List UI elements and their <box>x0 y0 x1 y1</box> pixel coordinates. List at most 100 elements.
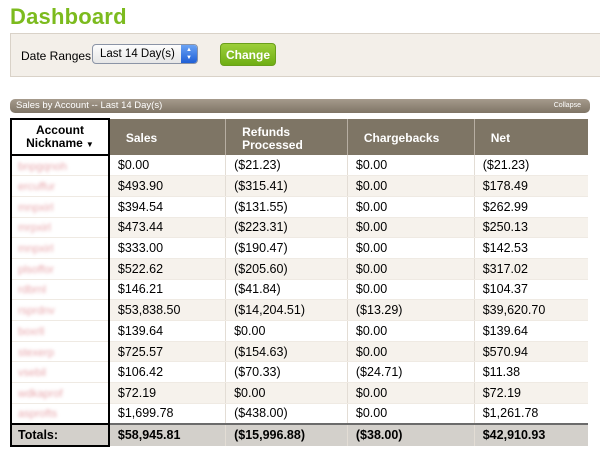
date-range-filter-bar: Date Ranges: Last 14 Day(s) ▲ ▼ Change <box>10 33 600 77</box>
page-title: Dashboard <box>10 4 127 29</box>
refunds-cell: ($70.33) <box>225 361 348 384</box>
collapse-link[interactable]: Collapse <box>554 99 581 113</box>
table-row: mrpxirl $473.44 ($223.31) $0.00 $250.13 <box>10 217 588 239</box>
totals-row: Totals: $58,945.81 ($15,996.88) ($38.00)… <box>10 422 588 447</box>
date-ranges-label: Date Ranges: <box>21 49 95 63</box>
sales-cell: $106.42 <box>108 361 227 384</box>
chargebacks-cell: $0.00 <box>347 196 475 218</box>
refunds-cell: $0.00 <box>225 382 348 404</box>
table-row: rdbrnl $146.21 ($41.84) $0.00 $104.37 <box>10 279 588 301</box>
account-nickname: mnpxirl <box>18 201 54 214</box>
sales-cell: $139.64 <box>108 320 227 342</box>
sales-cell: $522.62 <box>108 258 227 280</box>
refunds-cell: ($131.55) <box>225 196 348 218</box>
account-nickname-cell[interactable]: rsprdnv <box>10 299 110 321</box>
table-row: ercuffur $493.90 ($315.41) $0.00 $178.49 <box>10 175 588 197</box>
totals-net: $42,910.93 <box>474 422 588 446</box>
totals-label: Totals: <box>10 422 110 447</box>
account-nickname-cell[interactable]: asprofts <box>10 403 110 425</box>
header-refunds-line1: Refunds <box>242 124 291 139</box>
account-nickname-cell[interactable]: bnpgqnoh <box>10 155 110 177</box>
header-chargebacks-label: Chargebacks <box>363 131 440 145</box>
chargebacks-cell: $0.00 <box>347 382 475 404</box>
chargebacks-cell: $0.00 <box>347 341 475 363</box>
chargebacks-cell: $0.00 <box>347 237 475 259</box>
net-cell: $250.13 <box>474 217 588 239</box>
net-cell: $1,261.78 <box>474 403 588 425</box>
column-header-account-nickname[interactable]: Account Nickname ▼ <box>10 118 110 156</box>
account-nickname: bnpgqnoh <box>18 160 67 173</box>
table-row: boxrll $139.64 $0.00 $0.00 $139.64 <box>10 320 588 342</box>
account-nickname-cell[interactable]: boxrll <box>10 320 110 342</box>
date-range-select[interactable]: Last 14 Day(s) ▲ ▼ <box>92 44 198 64</box>
account-nickname: boxrll <box>18 325 45 338</box>
sales-cell: $1,699.78 <box>108 403 227 425</box>
header-net-label: Net <box>490 131 511 145</box>
select-arrows-icon: ▲ ▼ <box>181 45 197 63</box>
table-row: bnpgqnoh $0.00 ($21.23) $0.00 ($21.23) <box>10 155 588 177</box>
account-nickname: mnpxirl <box>18 243 54 256</box>
refunds-cell: ($41.84) <box>225 279 348 301</box>
account-nickname: mrpxirl <box>18 222 51 235</box>
account-nickname: vsebil <box>18 367 47 380</box>
refunds-cell: ($205.60) <box>225 258 348 280</box>
totals-chargebacks: ($38.00) <box>347 422 475 446</box>
account-nickname-cell[interactable]: rdbrnl <box>10 279 110 301</box>
sales-cell: $146.21 <box>108 279 227 301</box>
account-nickname-cell[interactable]: mnpxirl <box>10 237 110 259</box>
account-nickname: rdbrnl <box>18 284 47 297</box>
column-header-sales[interactable]: Sales <box>108 119 227 155</box>
refunds-cell: ($315.41) <box>225 175 348 197</box>
net-cell: $104.37 <box>474 279 588 301</box>
column-header-chargebacks[interactable]: Chargebacks <box>347 119 475 155</box>
account-nickname-cell[interactable]: wdkaprof <box>10 382 110 404</box>
refunds-cell: ($223.31) <box>225 217 348 239</box>
refunds-cell: $0.00 <box>225 320 348 342</box>
sales-cell: $72.19 <box>108 382 227 404</box>
column-header-net[interactable]: Net <box>474 119 588 155</box>
table-header-row: Account Nickname ▼ Sales Refunds Processe… <box>10 118 588 156</box>
refunds-cell: ($154.63) <box>225 341 348 363</box>
account-nickname-cell[interactable]: stexerp <box>10 341 110 363</box>
net-cell: $570.94 <box>474 341 588 363</box>
account-nickname: wdkaprof <box>18 387 63 400</box>
table-row: stexerp $725.57 ($154.63) $0.00 $570.94 <box>10 341 588 363</box>
chargebacks-cell: $0.00 <box>347 279 475 301</box>
net-cell: $142.53 <box>474 237 588 259</box>
account-nickname-cell[interactable]: plsoffor <box>10 258 110 280</box>
net-cell: $317.02 <box>474 258 588 280</box>
table-row: asprofts $1,699.78 ($438.00) $0.00 $1,26… <box>10 403 588 425</box>
totals-sales: $58,945.81 <box>108 422 227 446</box>
refunds-cell: ($190.47) <box>225 237 348 259</box>
account-nickname-cell[interactable]: mnpxirl <box>10 196 110 218</box>
account-nickname-cell[interactable]: vsebil <box>10 361 110 384</box>
table-row: wdkaprof $72.19 $0.00 $0.00 $72.19 <box>10 382 588 404</box>
chargebacks-cell: $0.00 <box>347 217 475 239</box>
sales-panel-title: Sales by Account -- Last 14 Day(s) <box>16 100 163 111</box>
net-cell: ($21.23) <box>474 155 588 177</box>
sales-cell: $725.57 <box>108 341 227 363</box>
change-button[interactable]: Change <box>220 43 276 66</box>
account-nickname: rsprdnv <box>18 305 55 318</box>
sales-cell: $493.90 <box>108 175 227 197</box>
date-range-selected-value: Last 14 Day(s) <box>100 48 175 60</box>
account-nickname-cell[interactable]: ercuffur <box>10 175 110 197</box>
refunds-cell: ($21.23) <box>225 155 348 177</box>
net-cell: $72.19 <box>474 382 588 404</box>
chargebacks-cell: ($24.71) <box>347 361 475 384</box>
table-row: mnpxirl $333.00 ($190.47) $0.00 $142.53 <box>10 237 588 259</box>
chargebacks-cell: $0.00 <box>347 155 475 177</box>
account-nickname: plsoffor <box>18 263 54 276</box>
account-nickname-cell[interactable]: mrpxirl <box>10 217 110 239</box>
sales-cell: $394.54 <box>108 196 227 218</box>
totals-refunds: ($15,996.88) <box>225 422 348 446</box>
sales-cell: $473.44 <box>108 217 227 239</box>
table-row: vsebil $106.42 ($70.33) ($24.71) $11.38 <box>10 361 588 384</box>
refunds-cell: ($438.00) <box>225 403 348 425</box>
header-nickname-line2: Nickname <box>26 135 83 150</box>
chargebacks-cell: $0.00 <box>347 175 475 197</box>
table-row: mnpxirl $394.54 ($131.55) $0.00 $262.99 <box>10 196 588 218</box>
column-header-refunds[interactable]: Refunds Processed <box>225 119 348 155</box>
refunds-cell: ($14,204.51) <box>225 299 348 321</box>
net-cell: $262.99 <box>474 196 588 218</box>
